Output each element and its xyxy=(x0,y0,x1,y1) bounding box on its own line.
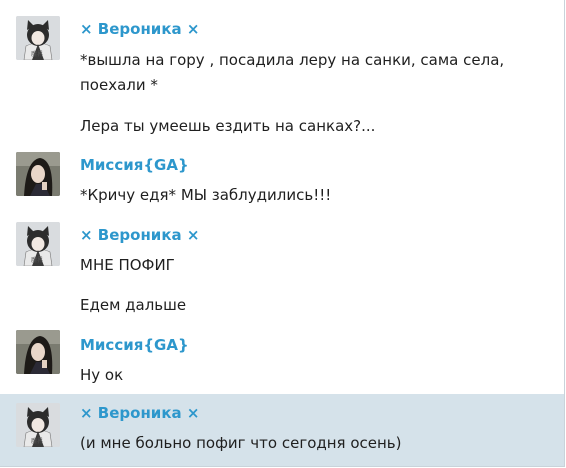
svg-text:魔界: 魔界 xyxy=(31,437,43,445)
cat-girl-avatar-icon: 魔界 xyxy=(16,222,60,266)
cat-girl-avatar-icon: 魔界 xyxy=(16,16,60,60)
author-name[interactable]: Миссия{GA} xyxy=(80,336,189,354)
message-text: *Кричу едя* МЫ заблудились!!! xyxy=(80,186,332,204)
author-name[interactable]: Миссия{GA} xyxy=(80,156,189,174)
svg-text:魔界: 魔界 xyxy=(31,50,43,58)
author-name[interactable]: × Вероника × xyxy=(80,404,199,422)
girl-photo-avatar-icon xyxy=(16,330,60,374)
avatar[interactable] xyxy=(16,330,60,374)
message-text: Лера ты умеешь ездить на санках?... xyxy=(80,117,376,135)
chat-message: 魔界 × Вероника × *вышла на гору , посадил… xyxy=(0,0,564,146)
avatar[interactable] xyxy=(16,152,60,196)
chat-message: Миссия{GA} Ну ок xyxy=(0,326,564,394)
message-text: поехали * xyxy=(80,76,158,94)
message-text: МНЕ ПОФИГ xyxy=(80,256,175,274)
chat-message-highlighted: 魔界 × Вероника × (и мне больно пофиг что … xyxy=(0,394,564,466)
chat-message: Миссия{GA} *Кричу едя* МЫ заблудились!!! xyxy=(0,146,564,216)
avatar[interactable]: 魔界 xyxy=(16,403,60,447)
author-name[interactable]: × Вероника × xyxy=(80,226,199,244)
author-name[interactable]: × Вероника × xyxy=(80,20,199,38)
girl-photo-avatar-icon xyxy=(16,152,60,196)
message-text: Ну ок xyxy=(80,366,124,384)
svg-text:魔界: 魔界 xyxy=(31,256,43,264)
message-text: Едем дальше xyxy=(80,296,187,314)
avatar[interactable]: 魔界 xyxy=(16,16,60,60)
chat-window: 魔界 × Вероника × *вышла на гору , посадил… xyxy=(0,0,565,467)
cat-girl-avatar-icon: 魔界 xyxy=(16,403,60,447)
message-text: *вышла на гору , посадила леру на санки,… xyxy=(80,51,505,69)
message-text: (и мне больно пофиг что сегодня осень) xyxy=(80,434,402,452)
chat-message: 魔界 × Вероника × МНЕ ПОФИГ Едем дальше xyxy=(0,216,564,326)
avatar[interactable]: 魔界 xyxy=(16,222,60,266)
